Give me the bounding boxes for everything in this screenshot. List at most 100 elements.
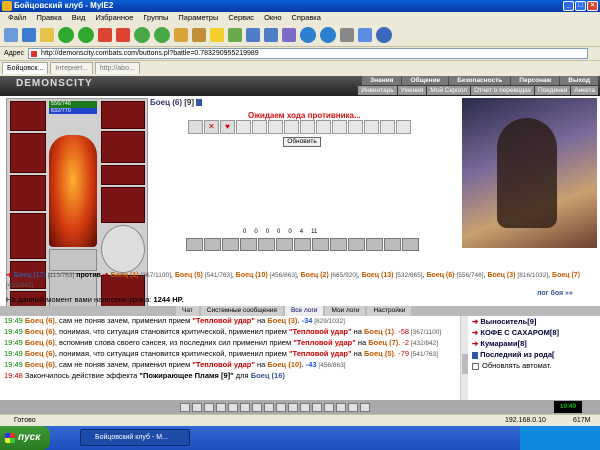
skill-slot-11[interactable] [366,238,383,251]
favorites-star-icon[interactable] [210,27,224,42]
fighter-name[interactable]: Боец (1) [111,272,139,279]
skill-slot-13[interactable] [402,238,419,251]
fighter-name[interactable]: Боец (2) [301,272,329,279]
skill-slot-12[interactable] [384,238,401,251]
chat-tool-7[interactable] [252,402,262,412]
helmet-slot[interactable] [10,101,46,131]
menu-groups[interactable]: Группы [143,12,168,23]
info-icon[interactable] [196,99,203,107]
effect-slot-5[interactable] [252,120,267,134]
skill-slot-6[interactable] [276,238,293,251]
link-transfer-report[interactable]: Отчет о переводах [471,86,534,95]
link-fights[interactable]: Поединки [534,86,571,95]
skill-slot-2[interactable] [204,238,221,251]
menu-options[interactable]: Параметры [178,12,218,23]
chat-tool-4[interactable] [216,402,226,412]
fighter-name[interactable]: Боец (10) [236,272,268,279]
user-icon[interactable] [246,27,260,42]
chat-tool-3[interactable] [204,402,214,412]
cross-icon[interactable]: ✕ [204,120,219,134]
menu-window[interactable]: Окно [264,12,281,23]
start-button[interactable]: пуск [0,426,50,450]
save-icon[interactable] [22,27,36,42]
effect-slot-1[interactable] [188,120,203,134]
chat-tool-8[interactable] [264,402,274,412]
link-communication[interactable]: Общение [402,76,449,85]
skill-slot-9[interactable] [330,238,347,251]
link-security[interactable]: Безопасность [449,76,511,85]
menu-favorites[interactable]: Избранное [95,12,133,23]
link-knowledge[interactable]: Знания [362,76,402,85]
history-icon[interactable] [228,27,242,42]
fighter-name[interactable]: Боец (13) [362,272,394,279]
print-icon[interactable] [340,27,354,42]
tab-chat[interactable]: Чат [176,306,199,316]
effect-slot-12[interactable] [364,120,379,134]
amulet-slot[interactable] [10,133,46,173]
chat-tool-11[interactable] [300,402,310,412]
chat-tool-14[interactable] [336,402,346,412]
chat-tool-13[interactable] [324,402,334,412]
user-item[interactable]: Последний из рода[ [472,349,600,360]
heart-icon[interactable]: ♥ [220,120,235,134]
effect-slot-11[interactable] [348,120,363,134]
globe-icon[interactable] [300,26,316,43]
auto-refresh-row[interactable]: Обновлять автомат. [472,360,600,371]
link-profile[interactable]: Анкета [571,86,598,95]
link-my-scroll[interactable]: Мой Скролл [427,86,471,95]
tab-abo[interactable]: http://abo... [94,62,140,74]
link-skills[interactable]: Умения [397,86,427,95]
effect-slot-8[interactable] [300,120,315,134]
refresh-all-icon[interactable] [154,26,170,43]
fighter-name[interactable]: Боец (5) [175,272,203,279]
skill-slot-3[interactable] [222,238,239,251]
chat-scrollbar[interactable] [460,316,468,400]
proxy-globe-icon[interactable] [320,26,336,43]
ad-block-icon[interactable] [282,27,296,42]
chat-tool-10[interactable] [288,402,298,412]
chat-tool-15[interactable] [348,402,358,412]
address-input[interactable]: http://demonscity.combats.com/buttons.pl… [28,48,589,59]
user-item[interactable]: ➔ Выноситель[9] [472,316,600,327]
fighter-name[interactable]: Боец (3) [487,272,515,279]
chat-tool-16[interactable] [360,402,370,412]
link-inventory[interactable]: Инвентарь [358,86,397,95]
tab-all-logs[interactable]: Все логи [284,306,324,316]
skill-slot-4[interactable] [240,238,257,251]
maximize-button[interactable]: □ [575,1,586,11]
armor-slot[interactable] [10,213,46,259]
menu-edit[interactable]: Правка [36,12,61,23]
chat-tool-1[interactable] [180,402,190,412]
potion-slots[interactable] [49,249,97,271]
skill-slot-8[interactable] [312,238,329,251]
earrings-slot[interactable] [101,101,145,129]
link-character[interactable]: Персонаж [511,76,560,85]
rings-slot[interactable] [101,165,145,185]
chat-tool-6[interactable] [240,402,250,412]
refresh-icon[interactable] [134,26,150,43]
menu-help[interactable]: Справка [292,12,321,23]
menu-view[interactable]: Вид [72,12,86,23]
menu-file[interactable]: Файл [8,12,26,23]
team-left-name[interactable]: Боец (17) [14,272,46,279]
skill-slot-1[interactable] [186,238,203,251]
stop-icon[interactable] [98,27,112,42]
tab-settings[interactable]: Настройки [367,306,412,316]
fight-log-link[interactable]: лог боя »» [537,290,573,297]
effect-slot-9[interactable] [316,120,331,134]
stop-all-icon[interactable] [116,27,130,42]
tab-internet[interactable]: Інтернет... [50,62,93,74]
tab-system-messages[interactable]: Системные сообщения [200,306,283,316]
fighter-name[interactable]: Боец (7) [552,272,580,279]
refresh-button[interactable]: Обновить [283,137,321,147]
chat-tool-9[interactable] [276,402,286,412]
link-exit[interactable]: Выход [560,76,598,85]
open-folder-icon[interactable] [40,27,54,42]
tab-combats[interactable]: Бойцовск... [2,62,49,74]
forward-icon[interactable] [78,26,94,43]
chat-tool-12[interactable] [312,402,322,412]
back-icon[interactable] [58,26,74,43]
taskbar-window-button[interactable]: Бойцовский клуб - M... [80,429,190,446]
gloves-slot[interactable] [101,187,145,223]
user-add-icon[interactable] [264,27,278,42]
